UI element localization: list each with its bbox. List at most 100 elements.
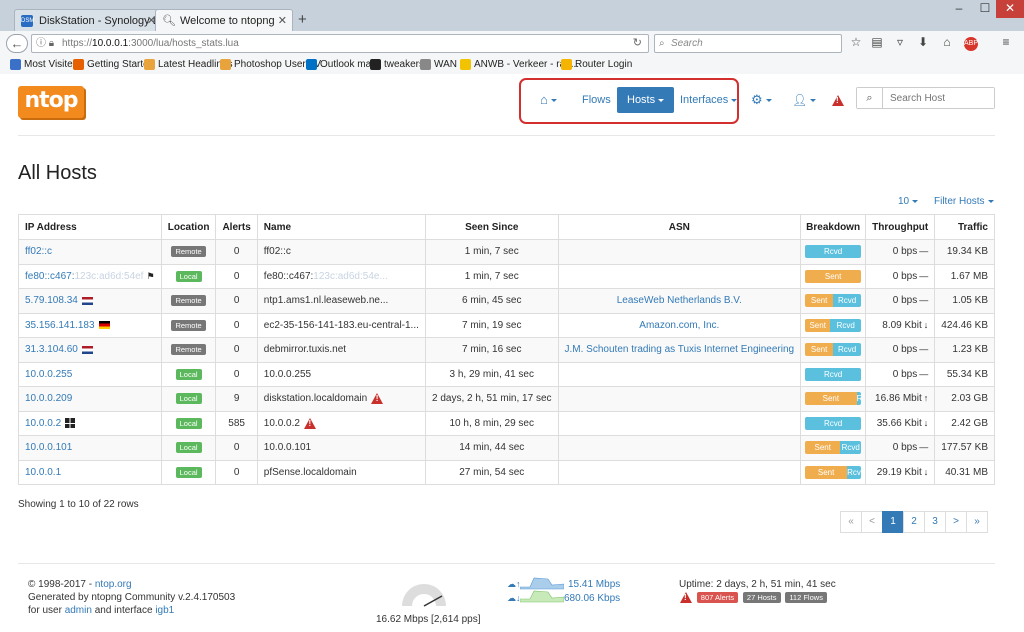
page-prev[interactable]: < <box>861 511 883 533</box>
trend-icon: ↑ <box>923 393 929 404</box>
ip-link[interactable]: 10.0.0.255 <box>25 369 72 380</box>
bookmark-star-icon[interactable]: ☆ <box>848 35 864 49</box>
nav-flows[interactable]: Flows <box>582 87 611 113</box>
ip-link[interactable]: 10.0.0.1 <box>25 467 61 478</box>
url-prefix: https:// <box>62 38 93 49</box>
home-icon[interactable]: ⌂ <box>939 35 955 49</box>
reload-icon[interactable]: ↻ <box>633 35 642 52</box>
breakdown-cell: Rcvd <box>800 410 867 436</box>
bookmark-item[interactable]: Getting Started <box>73 59 154 71</box>
home-menu[interactable]: ⌂ <box>540 87 557 113</box>
host-name: ff02::c <box>263 246 291 258</box>
adblock-icon[interactable]: ABP <box>964 37 978 51</box>
ip-link[interactable]: 10.0.0.2 <box>25 418 61 429</box>
browser-search-input[interactable]: ⌕ Search <box>654 34 842 53</box>
tab-diskstation[interactable]: DSM DiskStation - Synology DiskS ✕ <box>14 9 162 31</box>
showing-rows-text: Showing 1 to 10 of 22 rows <box>18 499 139 510</box>
per-page-dropdown[interactable]: 10 <box>898 196 919 207</box>
reading-list-icon[interactable]: ▤ <box>869 35 885 49</box>
site-info-icon[interactable]: ⓘ 🔒︎ <box>36 35 54 52</box>
page-last[interactable]: » <box>966 511 988 533</box>
user-link[interactable]: admin <box>65 605 92 616</box>
col-asn[interactable]: ASN <box>557 214 802 240</box>
asn-cell: LeaseWeb Netherlands B.V. <box>557 288 802 314</box>
menu-icon[interactable]: ≡ <box>998 35 1014 49</box>
col-breakdown[interactable]: Breakdown <box>800 214 867 240</box>
breakdown-bar: Rcvd <box>805 416 862 430</box>
ip-cell: fe80::c467:123c:ad6d:54ef ⚑ <box>18 263 162 289</box>
interface-link[interactable]: igb1 <box>155 605 174 616</box>
tab-ntopng[interactable]: 🔍︎ Welcome to ntopng ✕ <box>155 9 293 31</box>
alerts-badge[interactable]: 807 Alerts <box>696 592 739 603</box>
page-3[interactable]: 3 <box>924 511 946 533</box>
trend-icon: — <box>919 295 929 306</box>
ip-link[interactable]: 5.79.108.34 <box>25 295 78 306</box>
nav-interfaces[interactable]: Interfaces <box>680 87 738 113</box>
asn-link[interactable]: Amazon.com, Inc. <box>639 320 719 331</box>
pocket-icon[interactable]: ▿ <box>892 35 908 49</box>
minimize-button[interactable]: – <box>946 0 972 18</box>
asn-link[interactable]: LeaseWeb Netherlands B.V. <box>617 295 742 306</box>
throughput-cell: 16.86 Mbit ↑ <box>865 386 936 412</box>
traffic-cell: 177.57 KB <box>934 435 995 461</box>
seen-since-cell: 14 min, 44 sec <box>425 435 559 461</box>
seen-since-cell: 10 h, 8 min, 29 sec <box>425 410 559 436</box>
col-throughput[interactable]: Throughput <box>865 214 936 240</box>
search-icon[interactable]: ⌕ <box>857 88 883 108</box>
traffic-cell: 1.05 KB <box>934 288 995 314</box>
alerts-button[interactable] <box>832 87 844 113</box>
location-badge: Remote <box>171 246 206 258</box>
version-text: Generated by ntopng Community v.2.4.1705… <box>28 592 236 603</box>
sent-bar: Sent <box>805 343 834 357</box>
name-cell: 10.0.0.255 <box>256 361 427 387</box>
asn-cell <box>557 386 802 412</box>
hosts-badge[interactable]: 27 Hosts <box>742 592 781 603</box>
ip-link[interactable]: 10.0.0.101 <box>25 442 72 453</box>
rcvd-bar: Rcvd <box>847 465 862 479</box>
new-tab-button[interactable]: + <box>298 11 307 28</box>
col-alerts[interactable]: Alerts <box>215 214 258 240</box>
user-icon: 👤︎ <box>792 93 808 107</box>
download-icon[interactable]: ⬇ <box>915 35 931 49</box>
nav-hosts[interactable]: Hosts <box>617 87 675 113</box>
back-button[interactable]: ← <box>6 34 28 53</box>
ip-link[interactable]: ff02::c <box>25 246 52 257</box>
col-traffic[interactable]: Traffic <box>934 214 995 240</box>
throughput-value: 8.09 Kbit <box>882 319 922 331</box>
search-host-input[interactable] <box>883 88 994 108</box>
bookmark-item[interactable]: WAN <box>420 59 457 71</box>
ntop-org-link[interactable]: ntop.org <box>95 579 132 590</box>
ip-link[interactable]: 35.156.141.183 <box>25 320 95 331</box>
ntop-logo[interactable]: ntop <box>18 86 84 118</box>
close-window-button[interactable]: ✕ <box>996 0 1024 18</box>
table-row: 10.0.0.255 Local 0 10.0.0.255 3 h, 29 min, 4… <box>18 361 995 387</box>
user-menu[interactable]: 👤︎ <box>792 87 817 113</box>
col-name[interactable]: Name <box>256 214 427 240</box>
alerts-cell: 0 <box>215 312 258 338</box>
throughput-value: 35.66 Kbit <box>876 417 922 429</box>
bookmark-item[interactable]: Router Login <box>561 59 632 71</box>
page-2[interactable]: 2 <box>903 511 925 533</box>
search-icon: ⌕ <box>659 38 665 49</box>
bookmark-item[interactable]: Most Visited <box>10 59 78 71</box>
ip-link[interactable]: fe80::c467: <box>25 271 74 282</box>
bookmark-item[interactable]: Outlook mail <box>306 59 376 71</box>
asn-link[interactable]: J.M. Schouten trading as Tuxis Internet … <box>565 344 795 355</box>
ip-link[interactable]: 31.3.104.60 <box>25 344 78 355</box>
maximize-button[interactable]: ☐ <box>972 0 998 18</box>
page-1[interactable]: 1 <box>882 511 904 533</box>
url-bar[interactable]: ⓘ 🔒︎ https://10.0.0.1:3000/lua/hosts_sta… <box>31 34 649 53</box>
flows-badge[interactable]: 112 Flows <box>785 592 827 603</box>
col-ip-address[interactable]: IP Address <box>18 214 162 240</box>
close-tab-icon[interactable]: ✕ <box>278 10 287 31</box>
page-next[interactable]: > <box>945 511 967 533</box>
filter-hosts-dropdown[interactable]: Filter Hosts <box>934 196 994 207</box>
ip-redacted: 123c:ad6d:54ef <box>74 270 144 282</box>
settings-menu[interactable]: ⚙ <box>751 87 772 113</box>
rcvd-bar: Rcvd <box>840 441 862 455</box>
bookmark-item[interactable]: tweakers <box>370 59 424 71</box>
col-seen-since[interactable]: Seen Since <box>425 214 559 240</box>
col-location[interactable]: Location <box>160 214 217 240</box>
page-first[interactable]: « <box>840 511 862 533</box>
ip-link[interactable]: 10.0.0.209 <box>25 393 72 404</box>
